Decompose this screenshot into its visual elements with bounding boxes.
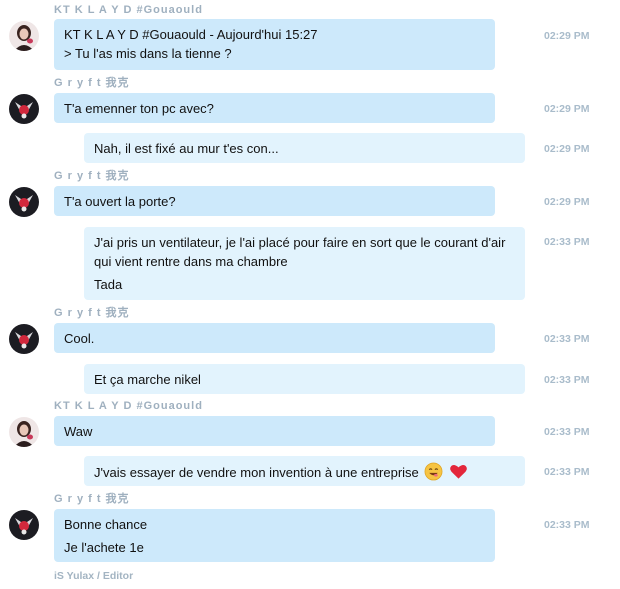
smiling-face-emoji bbox=[424, 462, 443, 486]
message-text: T'a ouvert la porte? bbox=[64, 194, 176, 209]
red-heart-emoji bbox=[449, 462, 468, 486]
timestamp: 02:29 PM bbox=[544, 103, 590, 115]
avatar-gryft[interactable] bbox=[9, 324, 39, 354]
message-bubble: T'a ouvert la porte? bbox=[54, 186, 495, 216]
timestamp: 02:29 PM bbox=[544, 143, 590, 155]
sender-name-gryft[interactable]: G r y f t 我克 bbox=[54, 307, 130, 320]
timestamp: 02:33 PM bbox=[544, 236, 590, 248]
avatar-klayd[interactable] bbox=[9, 417, 39, 447]
avatar-gryft[interactable] bbox=[9, 510, 39, 540]
sender-name-gryft[interactable]: G r y f t 我克 bbox=[54, 77, 130, 90]
message-bubble-continuation: Et ça marche nikel bbox=[84, 364, 525, 394]
message-line: J'vais essayer de vendre mon invention à… bbox=[94, 462, 515, 486]
message-bubble-continuation: J'vais essayer de vendre mon invention à… bbox=[84, 456, 525, 486]
message-bubble-continuation: J'ai pris un ventilateur, je l'ai placé … bbox=[84, 227, 525, 300]
avatar-gryft-image bbox=[9, 324, 39, 354]
timestamp: 02:29 PM bbox=[544, 30, 590, 42]
message-text: J'vais essayer de vendre mon invention à… bbox=[94, 465, 419, 480]
message-text: Bonne chance bbox=[64, 517, 148, 532]
message-bubble: Waw bbox=[54, 416, 495, 446]
message-text: Nah, il est fixé au mur t'es con... bbox=[94, 141, 279, 156]
message-bubble: T'a emenner ton pc avec? bbox=[54, 93, 495, 123]
avatar-gryft[interactable] bbox=[9, 187, 39, 217]
avatar-klayd-image bbox=[9, 417, 39, 447]
message-text: Tada bbox=[94, 277, 123, 292]
message-bubble-continuation: Nah, il est fixé au mur t'es con... bbox=[84, 133, 525, 163]
timestamp: 02:33 PM bbox=[544, 466, 590, 478]
sender-name-klayd[interactable]: KT K L A Y D #Gouaould bbox=[54, 4, 203, 17]
timestamp: 02:33 PM bbox=[544, 519, 590, 531]
timestamp: 02:33 PM bbox=[544, 374, 590, 386]
message-text: Cool. bbox=[64, 331, 95, 346]
quote-header: KT K L A Y D #Gouaould - Aujourd'hui 15:… bbox=[64, 27, 318, 42]
message-text: J'ai pris un ventilateur, je l'ai placé … bbox=[94, 235, 506, 250]
avatar-gryft-image bbox=[9, 94, 39, 124]
message-text: qui vient rentre dans ma chambre bbox=[94, 254, 288, 269]
timestamp: 02:29 PM bbox=[544, 196, 590, 208]
message-bubble: Cool. bbox=[54, 323, 495, 353]
message-bubble: KT K L A Y D #Gouaould - Aujourd'hui 15:… bbox=[54, 19, 495, 70]
message-text: Waw bbox=[64, 424, 93, 439]
avatar-klayd-image bbox=[9, 21, 39, 51]
sender-name-gryft[interactable]: G r y f t 我克 bbox=[54, 170, 130, 183]
message-text: Et ça marche nikel bbox=[94, 372, 201, 387]
avatar-gryft-image bbox=[9, 510, 39, 540]
sender-name-klayd[interactable]: KT K L A Y D #Gouaould bbox=[54, 400, 203, 413]
timestamp: 02:33 PM bbox=[544, 333, 590, 345]
editor-credit: iS Yulax / Editor bbox=[54, 570, 134, 582]
avatar-gryft-image bbox=[9, 187, 39, 217]
message-text: T'a emenner ton pc avec? bbox=[64, 101, 214, 116]
avatar-gryft[interactable] bbox=[9, 94, 39, 124]
timestamp: 02:33 PM bbox=[544, 426, 590, 438]
sender-name-gryft[interactable]: G r y f t 我克 bbox=[54, 493, 130, 506]
avatar-klayd[interactable] bbox=[9, 21, 39, 51]
quote-text: > Tu l'as mis dans la tienne ? bbox=[64, 46, 232, 61]
message-text: Je l'achete 1e bbox=[64, 540, 144, 555]
message-bubble: Bonne chance Je l'achete 1e bbox=[54, 509, 495, 562]
